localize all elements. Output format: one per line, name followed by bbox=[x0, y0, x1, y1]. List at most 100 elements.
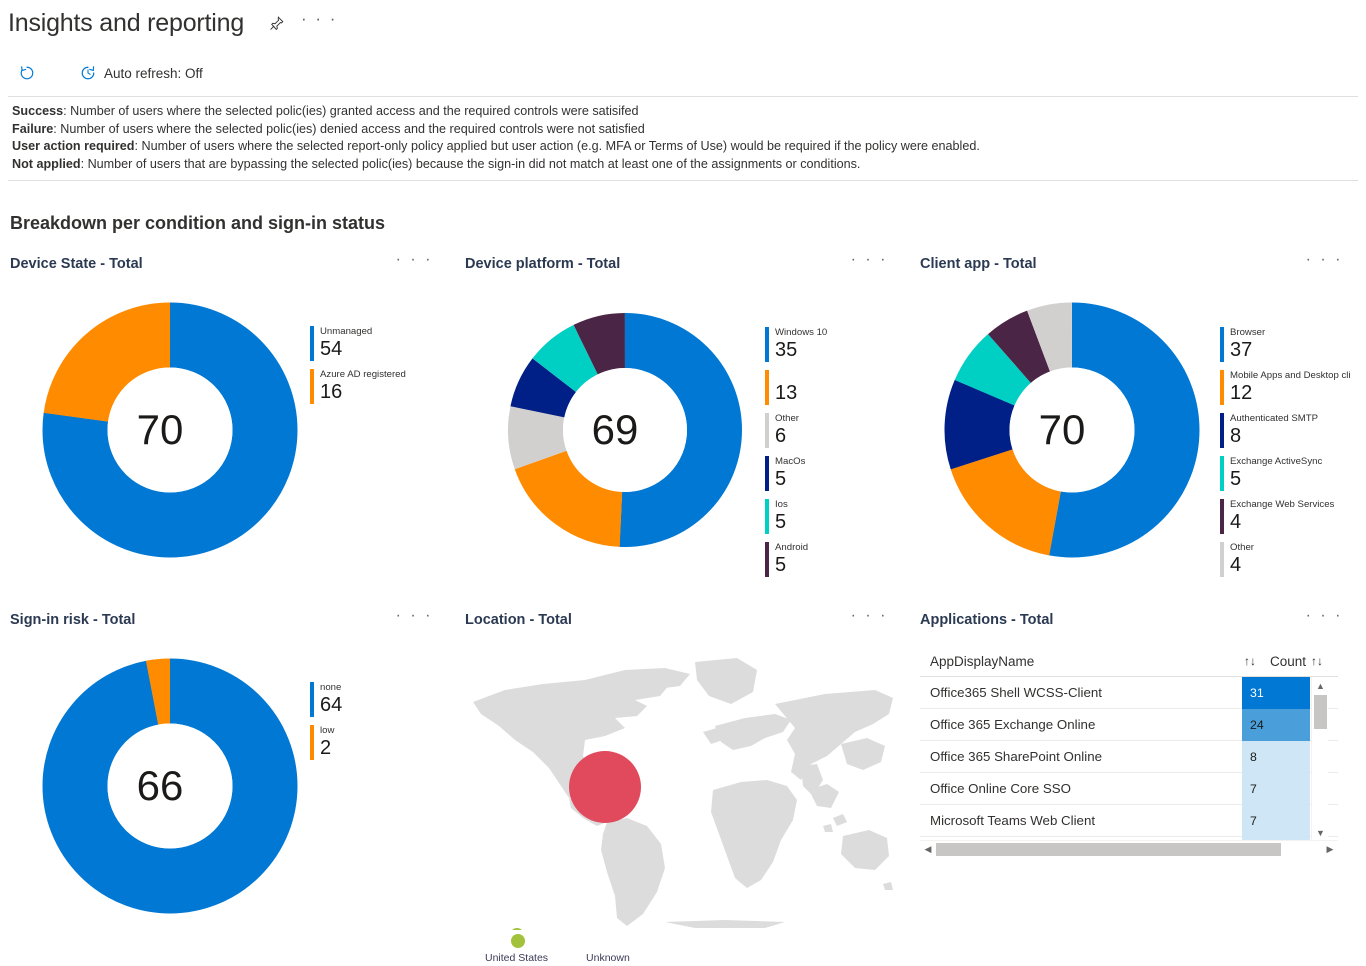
history-clock-icon bbox=[79, 64, 97, 82]
definition-row: Failure: Number of users where the selec… bbox=[12, 121, 1354, 139]
donut-chart-signin-risk[interactable]: 66 bbox=[10, 642, 310, 937]
sort-count-icon[interactable]: ↑↓ bbox=[1311, 654, 1323, 668]
map-bubble-united-states bbox=[569, 751, 641, 823]
pin-icon[interactable] bbox=[268, 15, 285, 32]
card-title: Client app - Total bbox=[920, 256, 1037, 272]
legend-signin-risk: none 64 low 2 bbox=[310, 642, 443, 937]
card-title: Location - Total bbox=[465, 612, 572, 628]
donut-chart-device-platform[interactable]: 69 bbox=[465, 286, 765, 585]
table-body: Office365 Shell WCSS-Client 31 Office 36… bbox=[920, 676, 1338, 840]
legend-item[interactable]: none 64 bbox=[310, 682, 443, 717]
page-more-options-icon[interactable]: · · · bbox=[301, 9, 337, 37]
card-signin-risk: Sign-in risk - Total · · · 66 none 64 lo… bbox=[0, 602, 455, 962]
card-title: Device State - Total bbox=[10, 256, 143, 272]
card-header: Location - Total · · · bbox=[465, 608, 898, 634]
table-header-row: AppDisplayName ↑↓ Count ↑↓ bbox=[920, 646, 1338, 676]
card-more-options-icon[interactable]: · · · bbox=[396, 608, 443, 624]
legend-label: Android bbox=[775, 542, 809, 553]
scroll-left-arrow-icon[interactable]: ◀ bbox=[920, 841, 936, 858]
card-client-app: Client app - Total · · · 70 Browser 37 M… bbox=[910, 246, 1365, 602]
cell-count: 8 bbox=[1242, 740, 1310, 773]
dashboard-grid: Device State - Total · · · 70 Unmanaged … bbox=[0, 246, 1366, 965]
horizontal-scroll-track[interactable] bbox=[936, 841, 1322, 858]
legend-item[interactable]: 13 bbox=[765, 370, 898, 405]
legend-value: 6 bbox=[775, 425, 787, 447]
card-more-options-icon[interactable]: · · · bbox=[851, 252, 898, 268]
card-device-state: Device State - Total · · · 70 Unmanaged … bbox=[0, 246, 455, 602]
card-more-options-icon[interactable]: · · · bbox=[1306, 608, 1353, 624]
map-legend-item-unknown[interactable]: Unknown bbox=[586, 952, 630, 964]
legend-value: 64 bbox=[320, 694, 343, 716]
section-heading: Breakdown per condition and sign-in stat… bbox=[10, 213, 386, 233]
legend-value: 2 bbox=[320, 737, 332, 759]
auto-refresh-button[interactable]: Auto refresh: Off bbox=[71, 58, 211, 88]
refresh-icon bbox=[18, 64, 36, 82]
legend-value: 16 bbox=[320, 381, 343, 403]
cell-count: 31 bbox=[1242, 677, 1310, 709]
vertical-scroll-thumb[interactable] bbox=[1314, 695, 1327, 729]
legend-item[interactable]: Ios 5 bbox=[765, 499, 898, 534]
card-more-options-icon[interactable]: · · · bbox=[1306, 252, 1353, 268]
column-header-count-label: Count bbox=[1270, 653, 1307, 669]
legend-label: none bbox=[320, 682, 342, 693]
legend-item[interactable]: Windows 10 35 bbox=[765, 327, 898, 362]
legend-value: 35 bbox=[775, 339, 798, 361]
legend-item[interactable]: Android 5 bbox=[765, 542, 898, 577]
legend-label: Authenticated SMTP bbox=[1230, 413, 1318, 424]
table-horizontal-scrollbar[interactable]: ◀ ▶ bbox=[920, 840, 1338, 857]
legend-item[interactable]: Mobile Apps and Desktop cli 12 bbox=[1220, 370, 1353, 405]
definition-term: User action required bbox=[12, 139, 135, 153]
map-legend: United States Unknown bbox=[465, 952, 898, 964]
table-row[interactable]: Office Online Core SSO 7 bbox=[920, 772, 1338, 805]
scroll-right-arrow-icon[interactable]: ▶ bbox=[1322, 841, 1338, 858]
scroll-up-arrow-icon[interactable]: ▲ bbox=[1312, 677, 1329, 694]
definition-row: Not applied: Number of users that are by… bbox=[12, 156, 1354, 174]
horizontal-scroll-thumb[interactable] bbox=[936, 842, 1281, 856]
column-header-count[interactable]: Count ↑↓ bbox=[1270, 654, 1338, 669]
table-vertical-scrollbar[interactable]: ▲ ▼ bbox=[1311, 677, 1328, 840]
legend-value: 12 bbox=[1230, 382, 1253, 404]
status-definitions: Success: Number of users where the selec… bbox=[8, 96, 1358, 181]
legend-item[interactable]: MacOs 5 bbox=[765, 456, 898, 491]
legend-device-platform: Windows 10 35 13 Other 6 MacOs 5 Ios 5 A… bbox=[765, 286, 898, 585]
table-row[interactable]: Microsoft Teams Web Client 7 bbox=[920, 804, 1338, 837]
cell-appdisplayname: Office Online Core SSO bbox=[930, 781, 1071, 796]
scroll-down-arrow-icon[interactable]: ▼ bbox=[1312, 824, 1329, 840]
world-map[interactable] bbox=[465, 640, 905, 948]
legend-value: 5 bbox=[1230, 468, 1242, 490]
auto-refresh-label: Auto refresh: Off bbox=[104, 65, 203, 81]
legend-label: Ios bbox=[775, 499, 788, 510]
legend-item[interactable]: Other 4 bbox=[1220, 542, 1353, 577]
card-body: 66 none 64 low 2 bbox=[10, 642, 443, 937]
donut-chart-device-state[interactable]: 70 bbox=[10, 286, 310, 581]
legend-item[interactable]: Unmanaged 54 bbox=[310, 326, 443, 361]
legend-label: MacOs bbox=[775, 456, 806, 467]
table-row[interactable]: Office 365 Exchange Online 24 bbox=[920, 708, 1338, 741]
legend-item[interactable]: Exchange ActiveSync 5 bbox=[1220, 456, 1353, 491]
legend-item[interactable]: Azure AD registered 16 bbox=[310, 369, 443, 404]
dashboard-row-2: Sign-in risk - Total · · · 66 none 64 lo… bbox=[0, 602, 1366, 965]
donut-chart-client-app[interactable]: 70 bbox=[920, 286, 1220, 585]
column-header-appdisplayname[interactable]: AppDisplayName bbox=[930, 654, 1244, 669]
card-more-options-icon[interactable]: · · · bbox=[851, 608, 898, 624]
legend-item[interactable]: Browser 37 bbox=[1220, 327, 1353, 362]
legend-item[interactable]: Authenticated SMTP 8 bbox=[1220, 413, 1353, 448]
table-row[interactable]: Office365 Shell WCSS-Client 31 bbox=[920, 677, 1338, 709]
refresh-button[interactable] bbox=[10, 58, 51, 88]
donut-total-value: 69 bbox=[591, 406, 639, 453]
legend-item[interactable]: low 2 bbox=[310, 725, 443, 760]
legend-item[interactable]: Other 6 bbox=[765, 413, 898, 448]
card-more-options-icon[interactable]: · · · bbox=[396, 252, 443, 268]
cell-count: 24 bbox=[1242, 708, 1310, 741]
definition-term: Failure bbox=[12, 121, 54, 136]
legend-item[interactable]: Exchange Web Services 4 bbox=[1220, 499, 1353, 534]
legend-label bbox=[775, 370, 797, 382]
card-device-platform: Device platform - Total · · · 69 Windows… bbox=[455, 246, 910, 602]
cell-count: 7 bbox=[1242, 804, 1310, 837]
legend-label: Exchange Web Services bbox=[1230, 499, 1335, 510]
sort-appdisplayname-icon[interactable]: ↑↓ bbox=[1244, 654, 1270, 668]
table-row[interactable]: Office 365 SharePoint Online 8 bbox=[920, 740, 1338, 773]
legend-value: 5 bbox=[775, 468, 787, 490]
legend-value: 5 bbox=[775, 554, 787, 576]
legend-value: 37 bbox=[1230, 339, 1253, 361]
